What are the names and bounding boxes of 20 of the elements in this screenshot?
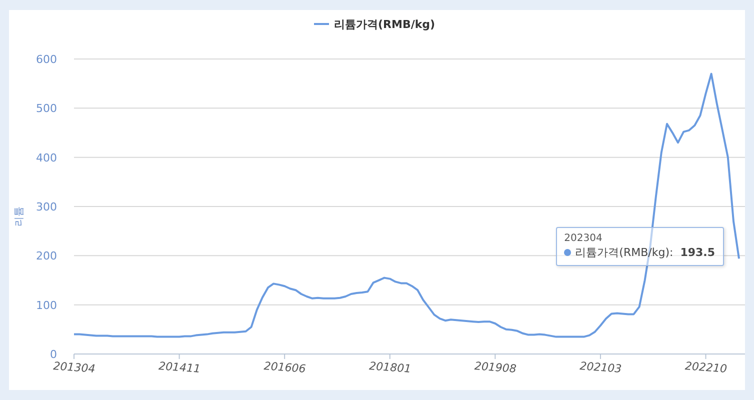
x-tick-label: 201908 bbox=[474, 360, 517, 376]
x-tick-label: 201304 bbox=[52, 360, 96, 376]
y-tick-label: 0 bbox=[50, 348, 57, 361]
legend-label[interactable]: 리튬가격(RMB/kg) bbox=[334, 18, 436, 31]
y-tick-label: 300 bbox=[36, 200, 57, 214]
tooltip-series-label: 리튬가격(RMB/kg): bbox=[575, 244, 674, 260]
x-tick-label: 201606 bbox=[263, 360, 306, 376]
x-tick-label: 201411 bbox=[158, 360, 201, 376]
series-dot-icon bbox=[564, 248, 572, 256]
tooltip-value: 193.5 bbox=[680, 246, 715, 259]
y-tick-label: 400 bbox=[36, 151, 57, 164]
x-tick-label: 202103 bbox=[579, 360, 622, 376]
tooltip-date: 202304 bbox=[564, 232, 604, 244]
y-tick-label: 200 bbox=[36, 250, 57, 263]
x-tick-label: 202210 bbox=[684, 360, 728, 376]
y-tick-label: 500 bbox=[36, 102, 57, 116]
y-tick-label: 100 bbox=[36, 298, 57, 312]
x-tick-label: 201801 bbox=[368, 360, 412, 376]
y-tick-label: 600 bbox=[36, 53, 57, 66]
y-axis-label: 리튬 bbox=[14, 206, 25, 226]
